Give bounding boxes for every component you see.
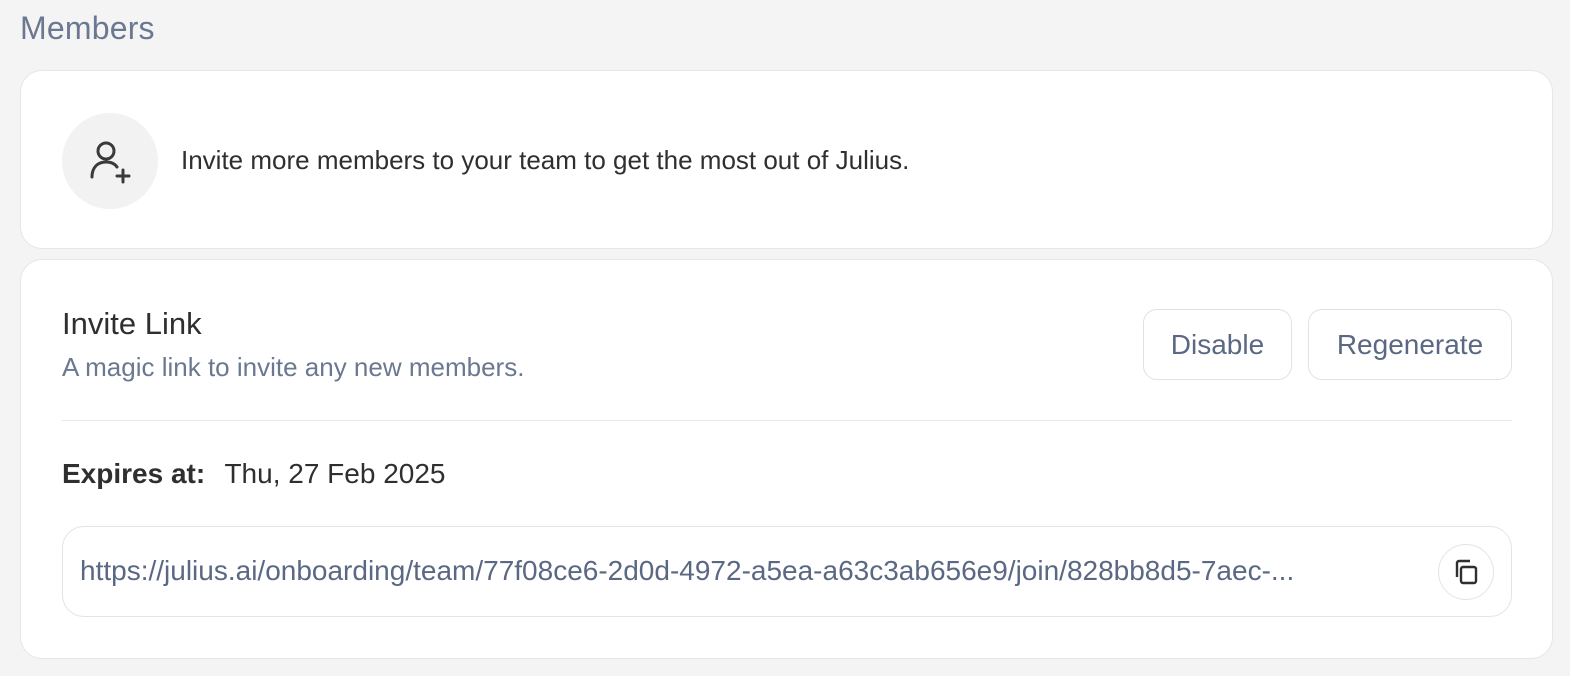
invite-link-title: Invite Link	[62, 306, 202, 341]
expiry-row: Expires at: Thu, 27 Feb 2025	[62, 458, 446, 490]
invite-members-card: Invite more members to your team to get …	[20, 70, 1553, 249]
copy-icon	[1455, 559, 1478, 585]
copy-link-button[interactable]	[1438, 544, 1494, 600]
page-title: Members	[20, 10, 155, 46]
divider	[62, 420, 1512, 421]
avatar	[62, 113, 158, 209]
invite-description: Invite more members to your team to get …	[181, 145, 910, 175]
expires-label: Expires at:	[62, 458, 206, 489]
user-plus-icon	[90, 141, 131, 184]
invite-link-card: Invite Link A magic link to invite any n…	[20, 259, 1553, 659]
invite-link-subtitle: A magic link to invite any new members.	[62, 352, 525, 382]
regenerate-button[interactable]: Regenerate	[1308, 309, 1512, 380]
expires-value: Thu, 27 Feb 2025	[224, 458, 446, 489]
invite-link-url[interactable]: https://julius.ai/onboarding/team/77f08c…	[80, 555, 1420, 587]
disable-button[interactable]: Disable	[1143, 309, 1292, 380]
invite-link-field[interactable]: https://julius.ai/onboarding/team/77f08c…	[62, 526, 1512, 617]
